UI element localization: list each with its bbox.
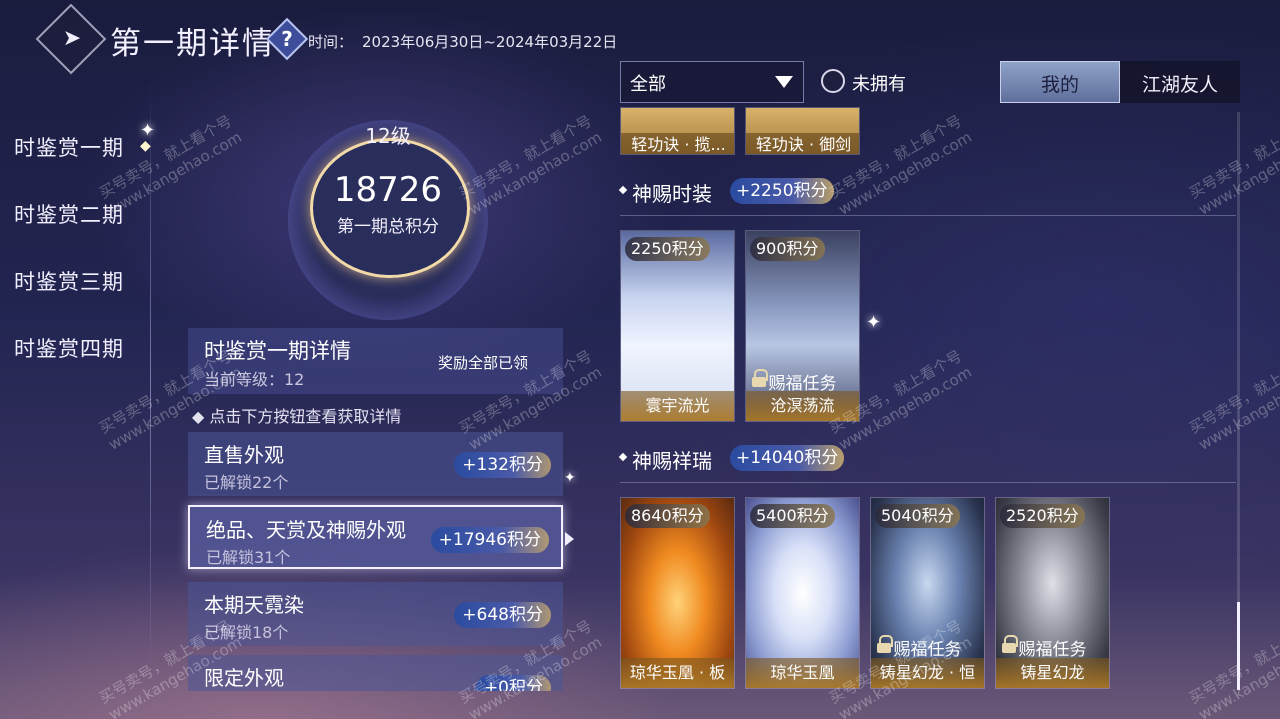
item-card[interactable]: 8640积分 琼华玉凰 · 板 — [620, 497, 735, 689]
card-points: 2250积分 — [625, 237, 710, 261]
section-bullet-icon — [618, 185, 628, 195]
section-points: +14040积分 — [730, 445, 845, 471]
hint-label: 点击下方按钮查看获取详情 — [209, 407, 402, 426]
card-name: 铸星幻龙 — [996, 658, 1109, 688]
page-title: 第一期详情 — [110, 26, 275, 62]
watermark: 买号卖号，就上看个号 www.kangehao.com — [95, 110, 245, 219]
total-score-label: 第一期总积分 — [337, 217, 439, 237]
card-name: 寰宇流光 — [621, 391, 734, 421]
level-label: 12级 — [365, 124, 411, 148]
hint-text: ◆ 点击下方按钮查看获取详情 — [192, 407, 402, 426]
time-range: 2023年06月30日~2024年03月22日 — [362, 33, 618, 51]
category-title: 直售外观 — [204, 443, 284, 467]
section-title: 神赐祥瑞 — [632, 449, 712, 473]
section-points: +2250积分 — [730, 178, 834, 204]
category-title: 本期天霓染 — [204, 593, 304, 617]
card-points: 2520积分 — [1000, 504, 1085, 528]
card-task: 赐福任务 — [1018, 640, 1087, 660]
category-direct-sale[interactable]: 直售外观 已解锁22个 +132积分 — [188, 432, 563, 496]
section-title: 神赐时装 — [632, 182, 712, 206]
category-premium[interactable]: 绝品、天赏及神赐外观 已解锁31个 +17946积分 — [188, 505, 563, 569]
sidebar-item-period-1[interactable]: 时鉴赏一期 — [14, 132, 124, 162]
category-title: 绝品、天赏及神赐外观 — [206, 518, 406, 542]
card-points: 5040积分 — [875, 504, 960, 528]
help-icon[interactable]: ? — [272, 24, 302, 54]
section-bullet-icon — [618, 452, 628, 462]
tab-friends-label[interactable]: 江湖友人 — [1120, 70, 1240, 97]
watermark: 买号卖号，就上看个号 www.kangehao.com — [1185, 110, 1280, 219]
section-divider — [620, 482, 1236, 483]
item-card[interactable]: 轻功诀 · 揽... — [620, 107, 735, 155]
category-unlocked: 已解锁22个 — [204, 473, 289, 492]
chevron-down-icon — [775, 76, 793, 88]
unowned-label[interactable]: 未拥有 — [852, 70, 906, 96]
watermark: 买号卖号，就上看个号 www.kangehao.com — [455, 110, 605, 219]
item-card[interactable]: 2520积分 赐福任务 铸星幻龙 — [995, 497, 1110, 689]
item-card[interactable]: 5400积分 琼华玉凰 — [745, 497, 860, 689]
total-score: 18726 — [333, 170, 443, 210]
sparkle-icon: ✦ — [140, 120, 156, 141]
item-card[interactable]: 2250积分 寰宇流光 — [620, 230, 735, 422]
item-card[interactable]: 轻功诀 · 御剑 — [745, 107, 860, 155]
back-arrow-icon: ➤ — [62, 26, 82, 51]
category-points: +132积分 — [454, 452, 551, 478]
category-points: +17946积分 — [430, 527, 549, 553]
card-points: 5400积分 — [750, 504, 835, 528]
watermark: 买号卖号，就上看个号 www.kangehao.com — [1185, 615, 1280, 719]
sidebar-item-period-3[interactable]: 时鉴赏三期 — [14, 266, 124, 296]
category-title: 限定外观 — [204, 666, 284, 690]
card-name: 轻功诀 · 揽... — [621, 133, 734, 154]
card-points: 900积分 — [750, 237, 825, 261]
time-label: 时间： — [308, 33, 354, 51]
filter-dropdown-value: 全部 — [630, 74, 666, 95]
watermark: 买号卖号，就上看个号 www.kangehao.com — [1185, 345, 1280, 454]
item-card[interactable]: 900积分 赐福任务 沧溟荡流 — [745, 230, 860, 422]
tab-mine-label[interactable]: 我的 — [1000, 70, 1120, 97]
section-divider — [620, 215, 1236, 216]
unowned-radio[interactable] — [821, 69, 845, 93]
selected-arrow-icon — [565, 532, 574, 546]
category-dye[interactable]: 本期天霓染 已解锁18个 +648积分 — [188, 582, 563, 646]
card-name: 轻功诀 · 御剑 — [746, 133, 859, 154]
category-unlocked: 已解锁31个 — [206, 548, 291, 567]
card-name: 琼华玉凰 · 板 — [621, 658, 734, 688]
sparkle-icon: ✦ — [564, 470, 576, 486]
sparkle-icon: ✦ — [866, 312, 882, 333]
card-points: 8640积分 — [625, 504, 710, 528]
sidebar-item-period-4[interactable]: 时鉴赏四期 — [14, 333, 124, 363]
category-points: +648积分 — [454, 602, 551, 628]
reward-status: 奖励全部已领 — [438, 354, 529, 372]
